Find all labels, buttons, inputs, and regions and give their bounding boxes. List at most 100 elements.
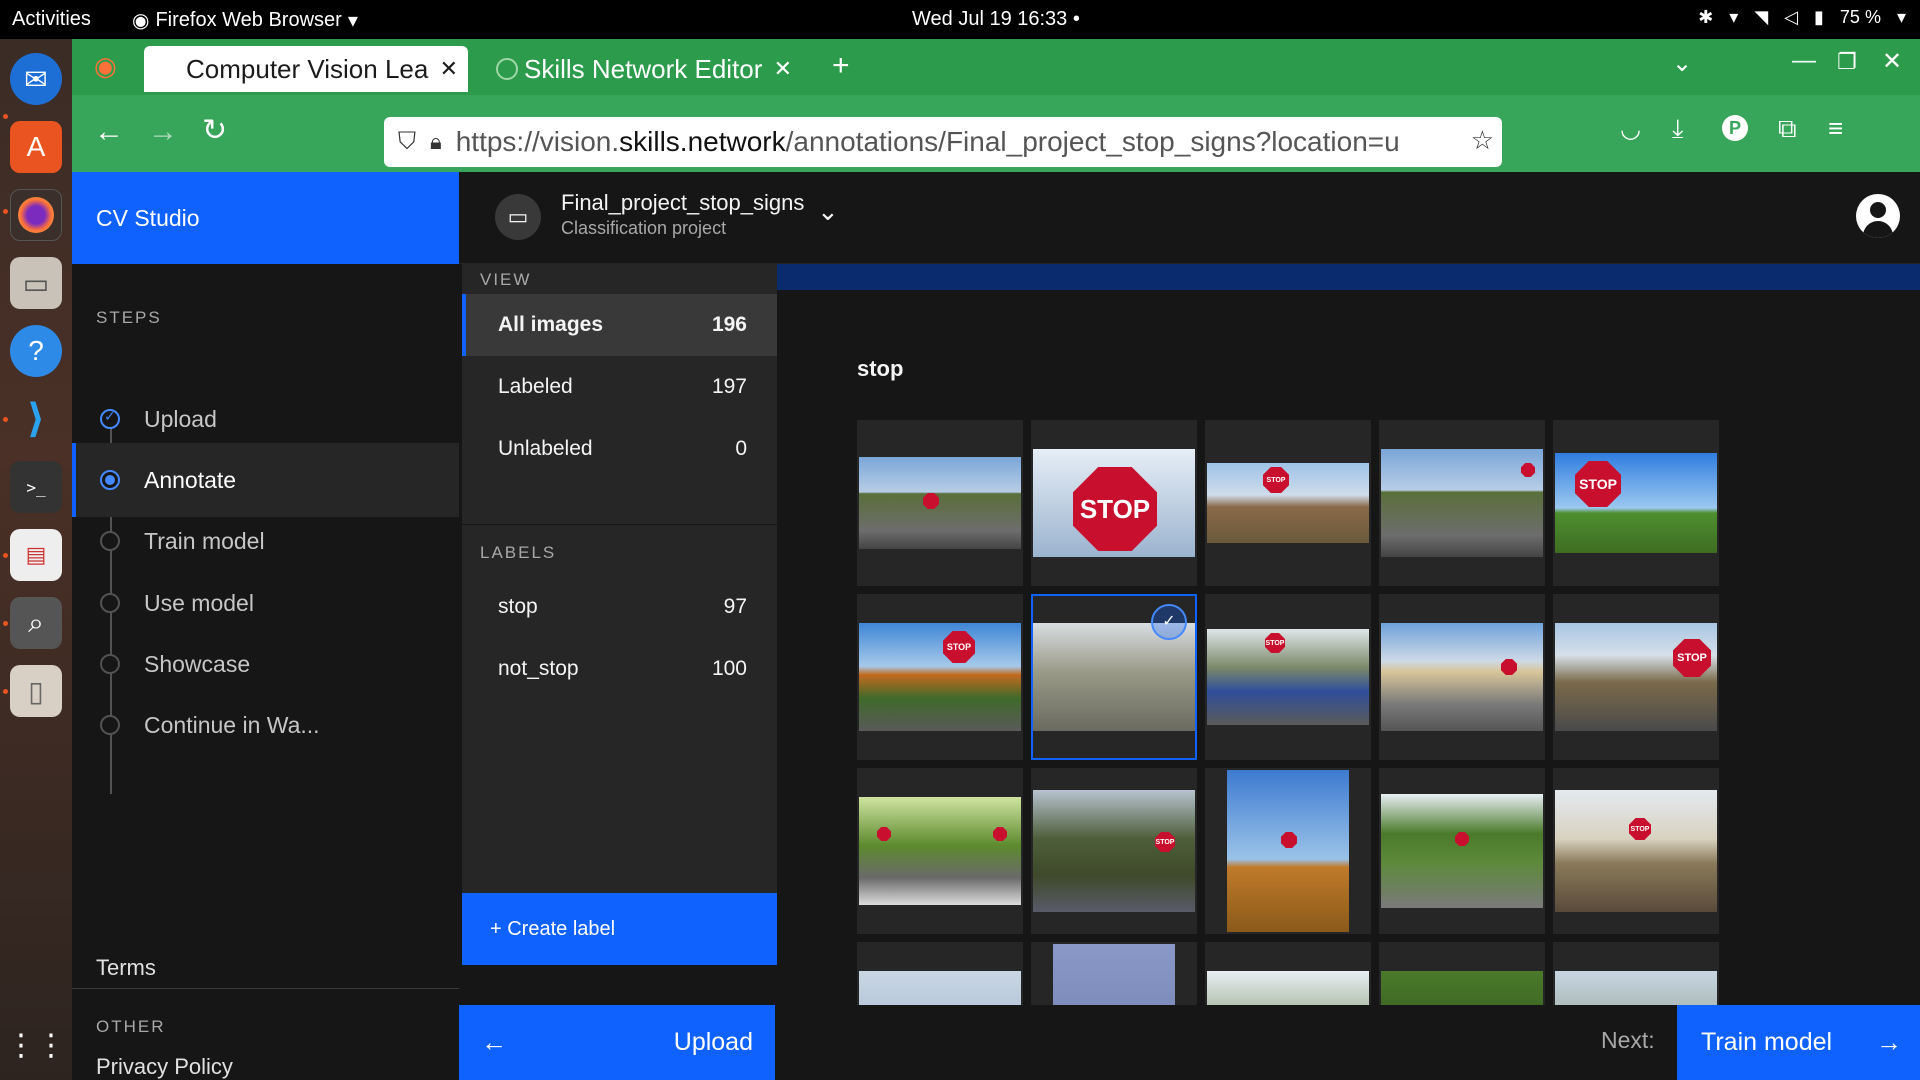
system-tray[interactable]: ✱ ▾ ◥ ◁ ▮ 75 % ▾: [1698, 7, 1906, 28]
image-thumbnail[interactable]: STOP: [1553, 594, 1719, 760]
label-name: stop: [498, 595, 538, 618]
image-thumbnail[interactable]: [1379, 420, 1545, 586]
image-thumbnail[interactable]: [1379, 768, 1545, 934]
downloads-icon[interactable]: ⤓: [1672, 113, 1684, 145]
clock-label: Wed Jul 19 16:33: [912, 8, 1068, 30]
profile-p-icon[interactable]: P: [1722, 115, 1748, 141]
stop-sign-icon: STOP: [1155, 832, 1175, 852]
step-continue[interactable]: Continue in Wa...: [72, 688, 459, 762]
bookmark-star-icon[interactable]: ☆: [1464, 125, 1494, 156]
image-thumbnail[interactable]: STOP: [1205, 594, 1371, 760]
firefox-icon[interactable]: [10, 189, 62, 241]
thunderbird-icon[interactable]: ✉: [10, 53, 62, 105]
image-thumbnail[interactable]: STOP: [1031, 768, 1197, 934]
thumbnail-photo: STOP: [1033, 449, 1195, 557]
close-tab-icon[interactable]: ✕: [774, 56, 792, 82]
close-tab-icon[interactable]: ✕: [440, 56, 458, 82]
files-icon[interactable]: ▭: [10, 257, 62, 309]
stop-sign-icon: [1281, 832, 1297, 848]
next-button-label: Train model: [1701, 1028, 1833, 1056]
image-thumbnail[interactable]: STOP: [1031, 420, 1197, 586]
image-thumbnail[interactable]: [1205, 768, 1371, 934]
user-avatar-icon[interactable]: [1856, 194, 1900, 238]
help-icon[interactable]: ?: [10, 325, 62, 377]
selection-toolbar: [777, 264, 1920, 290]
url-domain: skills.network: [619, 126, 786, 157]
pocket-icon[interactable]: ◡: [1620, 115, 1641, 144]
thumbnail-photo: [859, 971, 1021, 1005]
step-pending-icon: [100, 593, 120, 613]
archive-icon[interactable]: ▯: [10, 665, 62, 717]
hamburger-menu-icon[interactable]: ≡: [1828, 113, 1843, 144]
running-indicator: [3, 621, 8, 626]
clock[interactable]: Wed Jul 19 16:33 •: [912, 8, 1080, 31]
back-icon[interactable]: ←: [94, 115, 124, 149]
show-apps-grid-icon[interactable]: ⋮⋮: [6, 1019, 66, 1071]
image-thumbnail[interactable]: STOP: [857, 594, 1023, 760]
new-tab-icon[interactable]: +: [832, 49, 850, 83]
thumbnail-photo: [859, 457, 1021, 549]
label-stop[interactable]: stop 97: [462, 576, 777, 638]
software-store-icon[interactable]: A: [10, 121, 62, 173]
image-thumbnail[interactable]: [1031, 942, 1197, 1005]
system-top-bar: Activities ◉ Firefox Web Browser ▾ Wed J…: [0, 0, 1920, 39]
create-label-button[interactable]: + Create label: [462, 893, 777, 965]
url-prefix: https://vision.: [455, 126, 620, 157]
battery-label: 75 %: [1839, 7, 1881, 27]
close-window-icon[interactable]: ✕: [1882, 47, 1902, 76]
view-count: 197: [711, 375, 747, 398]
thumbnail-photo: [1381, 449, 1543, 557]
cv-studio-app: CV Studio ▭ Final_project_stop_signs Cla…: [72, 172, 1920, 1080]
image-thumbnail[interactable]: STOP: [1205, 420, 1371, 586]
minimize-window-icon[interactable]: —: [1792, 47, 1816, 75]
project-header: ▭ Final_project_stop_signs Classificatio…: [459, 172, 1920, 264]
activities-button[interactable]: Activities: [12, 8, 91, 31]
brand-header[interactable]: CV Studio: [72, 172, 459, 264]
thumbnail-photo: STOP: [1207, 629, 1369, 725]
image-thumbnail[interactable]: [857, 768, 1023, 934]
stop-sign-icon: [1521, 463, 1535, 477]
view-labeled[interactable]: Labeled 197: [462, 356, 777, 418]
image-thumbnail[interactable]: [1205, 942, 1371, 1005]
screenshot-magnifier-icon[interactable]: ⌕: [10, 597, 62, 649]
label-not-stop[interactable]: not_stop 100: [462, 638, 777, 700]
view-all-images[interactable]: All images 196: [462, 294, 777, 356]
ubuntu-dock: ✉ A ▭ ? ⟩ >_ ▤ ⌕ ▯ ⋮⋮: [0, 39, 72, 1080]
document-viewer-icon[interactable]: ▤: [10, 529, 62, 581]
terminal-icon[interactable]: >_: [10, 461, 62, 513]
extensions-icon[interactable]: ⧉: [1778, 113, 1797, 145]
list-all-tabs-icon[interactable]: ⌄: [1672, 49, 1692, 78]
tracking-shield-icon[interactable]: ⛉: [398, 128, 416, 156]
tab-skills-network-editor[interactable]: Skills Network Editor ✕: [484, 46, 794, 92]
image-thumbnail[interactable]: [1379, 594, 1545, 760]
project-switch-chevron-icon[interactable]: ⌄: [817, 196, 839, 227]
image-thumbnail[interactable]: [1379, 942, 1545, 1005]
image-thumbnail[interactable]: [857, 942, 1023, 1005]
app-menu[interactable]: ◉ Firefox Web Browser ▾: [132, 8, 358, 33]
chevron-down-icon: ▾: [347, 10, 358, 32]
back-to-upload-button[interactable]: ← Upload: [459, 1005, 775, 1080]
firefox-menu-icon[interactable]: ◉: [94, 51, 117, 82]
view-unlabeled[interactable]: Unlabeled 0: [462, 418, 777, 480]
image-thumbnail-selected[interactable]: ✓: [1031, 594, 1197, 760]
tab-computer-vision[interactable]: Computer Vision Lea ✕: [144, 46, 468, 92]
wifi-icon: ◥: [1754, 7, 1769, 27]
vscode-icon[interactable]: ⟩: [10, 393, 62, 445]
next-train-model-button[interactable]: Train model →: [1677, 1005, 1920, 1080]
selected-check-icon[interactable]: ✓: [1151, 604, 1187, 640]
forward-icon[interactable]: →: [148, 115, 178, 149]
restore-window-icon[interactable]: ❐: [1837, 49, 1857, 75]
chevron-down-icon: ▾: [1729, 7, 1739, 27]
image-thumbnail[interactable]: STOP: [1553, 768, 1719, 934]
image-thumbnail[interactable]: STOP: [1553, 420, 1719, 586]
terms-link[interactable]: Terms: [96, 955, 156, 981]
lock-icon[interactable]: 🔒︎: [430, 129, 442, 155]
privacy-policy-link[interactable]: Privacy Policy: [96, 1054, 233, 1080]
stop-sign-icon: STOP: [1575, 461, 1621, 507]
image-thumbnail[interactable]: [1553, 942, 1719, 1005]
image-thumbnail[interactable]: [857, 420, 1023, 586]
stop-sign-icon: STOP: [943, 631, 975, 663]
label-count: 100: [711, 657, 747, 680]
reload-icon[interactable]: ↻: [202, 113, 227, 148]
url-bar[interactable]: ⛉ 🔒︎ https://vision. skills.network/annot…: [384, 117, 1502, 167]
